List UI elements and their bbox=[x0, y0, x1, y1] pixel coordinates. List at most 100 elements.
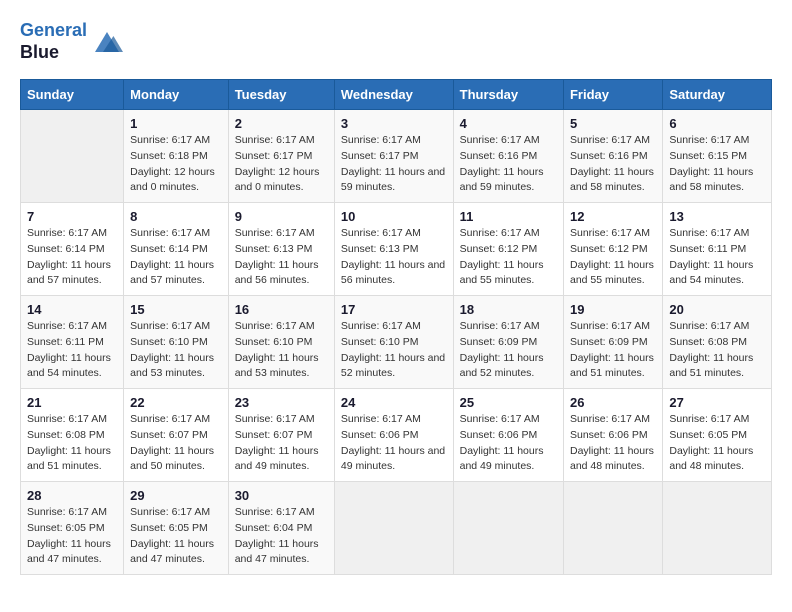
calendar-week-row: 1 Sunrise: 6:17 AMSunset: 6:18 PMDaylight… bbox=[21, 110, 772, 203]
day-number: 22 bbox=[130, 395, 222, 410]
day-info: Sunrise: 6:17 AMSunset: 6:09 PMDaylight:… bbox=[460, 319, 557, 382]
calendar-cell: 4 Sunrise: 6:17 AMSunset: 6:16 PMDaylight… bbox=[453, 110, 563, 203]
calendar-cell: 24 Sunrise: 6:17 AMSunset: 6:06 PMDayligh… bbox=[334, 389, 453, 482]
day-number: 28 bbox=[27, 488, 117, 503]
calendar-cell: 28 Sunrise: 6:17 AMSunset: 6:05 PMDayligh… bbox=[21, 482, 124, 575]
logo-icon bbox=[91, 28, 123, 56]
day-number: 6 bbox=[669, 116, 765, 131]
calendar-cell: 22 Sunrise: 6:17 AMSunset: 6:07 PMDayligh… bbox=[124, 389, 229, 482]
day-info: Sunrise: 6:17 AMSunset: 6:17 PMDaylight:… bbox=[341, 133, 447, 196]
weekday-header: Sunday bbox=[21, 80, 124, 110]
day-info: Sunrise: 6:17 AMSunset: 6:05 PMDaylight:… bbox=[27, 505, 117, 568]
day-info: Sunrise: 6:17 AMSunset: 6:08 PMDaylight:… bbox=[669, 319, 765, 382]
calendar-cell: 2Sunrise: 6:17 AMSunset: 6:17 PMDaylight… bbox=[228, 110, 334, 203]
logo-text: GeneralBlue bbox=[20, 20, 87, 63]
day-number: 8 bbox=[130, 209, 222, 224]
calendar-cell: 14 Sunrise: 6:17 AMSunset: 6:11 PMDayligh… bbox=[21, 296, 124, 389]
day-info: Sunrise: 6:17 AMSunset: 6:15 PMDaylight:… bbox=[669, 133, 765, 196]
weekday-header: Tuesday bbox=[228, 80, 334, 110]
day-info: Sunrise: 6:17 AMSunset: 6:06 PMDaylight:… bbox=[460, 412, 557, 475]
calendar-cell: 27Sunrise: 6:17 AMSunset: 6:05 PMDayligh… bbox=[663, 389, 772, 482]
day-number: 23 bbox=[235, 395, 328, 410]
weekday-header: Thursday bbox=[453, 80, 563, 110]
day-number: 9 bbox=[235, 209, 328, 224]
day-number: 15 bbox=[130, 302, 222, 317]
calendar-cell: 21 Sunrise: 6:17 AMSunset: 6:08 PMDayligh… bbox=[21, 389, 124, 482]
day-number: 12 bbox=[570, 209, 656, 224]
calendar-cell: 20 Sunrise: 6:17 AMSunset: 6:08 PMDayligh… bbox=[663, 296, 772, 389]
day-number: 25 bbox=[460, 395, 557, 410]
calendar-cell: 7Sunrise: 6:17 AMSunset: 6:14 PMDaylight… bbox=[21, 203, 124, 296]
day-number: 4 bbox=[460, 116, 557, 131]
day-info: Sunrise: 6:17 AMSunset: 6:05 PMDaylight:… bbox=[130, 505, 222, 568]
day-info: Sunrise: 6:17 AMSunset: 6:10 PMDaylight:… bbox=[235, 319, 328, 382]
calendar-cell: 5 Sunrise: 6:17 AMSunset: 6:16 PMDaylight… bbox=[563, 110, 662, 203]
day-number: 5 bbox=[570, 116, 656, 131]
calendar-cell: 3 Sunrise: 6:17 AMSunset: 6:17 PMDaylight… bbox=[334, 110, 453, 203]
day-info: Sunrise: 6:17 AMSunset: 6:09 PMDaylight:… bbox=[570, 319, 656, 382]
calendar-cell: 19Sunrise: 6:17 AMSunset: 6:09 PMDayligh… bbox=[563, 296, 662, 389]
calendar-cell: 30 Sunrise: 6:17 AMSunset: 6:04 PMDayligh… bbox=[228, 482, 334, 575]
weekday-header: Friday bbox=[563, 80, 662, 110]
weekday-header: Saturday bbox=[663, 80, 772, 110]
calendar-cell bbox=[21, 110, 124, 203]
day-info: Sunrise: 6:17 AMSunset: 6:14 PMDaylight:… bbox=[27, 226, 117, 289]
day-info: Sunrise: 6:17 AMSunset: 6:06 PMDaylight:… bbox=[570, 412, 656, 475]
calendar-cell: 26 Sunrise: 6:17 AMSunset: 6:06 PMDayligh… bbox=[563, 389, 662, 482]
day-info: Sunrise: 6:17 AMSunset: 6:06 PMDaylight:… bbox=[341, 412, 447, 475]
day-number: 3 bbox=[341, 116, 447, 131]
day-number: 11 bbox=[460, 209, 557, 224]
calendar-cell: 23Sunrise: 6:17 AMSunset: 6:07 PMDayligh… bbox=[228, 389, 334, 482]
calendar-cell: 8Sunrise: 6:17 AMSunset: 6:14 PMDaylight… bbox=[124, 203, 229, 296]
day-number: 14 bbox=[27, 302, 117, 317]
day-info: Sunrise: 6:17 AMSunset: 6:16 PMDaylight:… bbox=[460, 133, 557, 196]
calendar-cell: 15 Sunrise: 6:17 AMSunset: 6:10 PMDayligh… bbox=[124, 296, 229, 389]
calendar-cell bbox=[563, 482, 662, 575]
calendar-cell: 13Sunrise: 6:17 AMSunset: 6:11 PMDayligh… bbox=[663, 203, 772, 296]
day-info: Sunrise: 6:17 AMSunset: 6:12 PMDaylight:… bbox=[460, 226, 557, 289]
calendar-week-row: 7Sunrise: 6:17 AMSunset: 6:14 PMDaylight… bbox=[21, 203, 772, 296]
day-info: Sunrise: 6:17 AMSunset: 6:10 PMDaylight:… bbox=[130, 319, 222, 382]
day-number: 20 bbox=[669, 302, 765, 317]
day-number: 24 bbox=[341, 395, 447, 410]
day-info: Sunrise: 6:17 AMSunset: 6:10 PMDaylight:… bbox=[341, 319, 447, 382]
logo: GeneralBlue bbox=[20, 20, 123, 63]
day-number: 10 bbox=[341, 209, 447, 224]
day-number: 18 bbox=[460, 302, 557, 317]
day-number: 13 bbox=[669, 209, 765, 224]
calendar-cell: 12 Sunrise: 6:17 AMSunset: 6:12 PMDayligh… bbox=[563, 203, 662, 296]
day-number: 26 bbox=[570, 395, 656, 410]
calendar-week-row: 28 Sunrise: 6:17 AMSunset: 6:05 PMDayligh… bbox=[21, 482, 772, 575]
day-info: Sunrise: 6:17 AMSunset: 6:13 PMDaylight:… bbox=[341, 226, 447, 289]
calendar-cell bbox=[453, 482, 563, 575]
day-info: Sunrise: 6:17 AMSunset: 6:08 PMDaylight:… bbox=[27, 412, 117, 475]
calendar-week-row: 14 Sunrise: 6:17 AMSunset: 6:11 PMDayligh… bbox=[21, 296, 772, 389]
calendar-cell: 10 Sunrise: 6:17 AMSunset: 6:13 PMDayligh… bbox=[334, 203, 453, 296]
day-info: Sunrise: 6:17 AMSunset: 6:11 PMDaylight:… bbox=[27, 319, 117, 382]
day-number: 29 bbox=[130, 488, 222, 503]
calendar-cell: 17Sunrise: 6:17 AMSunset: 6:10 PMDayligh… bbox=[334, 296, 453, 389]
day-info: Sunrise: 6:17 AMSunset: 6:18 PMDaylight:… bbox=[130, 133, 222, 196]
calendar-cell: 9Sunrise: 6:17 AMSunset: 6:13 PMDaylight… bbox=[228, 203, 334, 296]
calendar-cell bbox=[334, 482, 453, 575]
day-info: Sunrise: 6:17 AMSunset: 6:12 PMDaylight:… bbox=[570, 226, 656, 289]
calendar-cell: 18 Sunrise: 6:17 AMSunset: 6:09 PMDayligh… bbox=[453, 296, 563, 389]
day-info: Sunrise: 6:17 AMSunset: 6:04 PMDaylight:… bbox=[235, 505, 328, 568]
calendar-cell bbox=[663, 482, 772, 575]
calendar-cell: 29 Sunrise: 6:17 AMSunset: 6:05 PMDayligh… bbox=[124, 482, 229, 575]
calendar-cell: 11 Sunrise: 6:17 AMSunset: 6:12 PMDayligh… bbox=[453, 203, 563, 296]
weekday-header: Wednesday bbox=[334, 80, 453, 110]
day-info: Sunrise: 6:17 AMSunset: 6:17 PMDaylight:… bbox=[235, 133, 328, 196]
calendar-cell: 16 Sunrise: 6:17 AMSunset: 6:10 PMDayligh… bbox=[228, 296, 334, 389]
day-number: 1 bbox=[130, 116, 222, 131]
page-header: GeneralBlue bbox=[20, 20, 772, 63]
day-number: 16 bbox=[235, 302, 328, 317]
day-info: Sunrise: 6:17 AMSunset: 6:07 PMDaylight:… bbox=[130, 412, 222, 475]
day-number: 27 bbox=[669, 395, 765, 410]
calendar-cell: 6 Sunrise: 6:17 AMSunset: 6:15 PMDaylight… bbox=[663, 110, 772, 203]
day-number: 30 bbox=[235, 488, 328, 503]
calendar-cell: 25 Sunrise: 6:17 AMSunset: 6:06 PMDayligh… bbox=[453, 389, 563, 482]
weekday-header: Monday bbox=[124, 80, 229, 110]
day-info: Sunrise: 6:17 AMSunset: 6:16 PMDaylight:… bbox=[570, 133, 656, 196]
day-number: 21 bbox=[27, 395, 117, 410]
